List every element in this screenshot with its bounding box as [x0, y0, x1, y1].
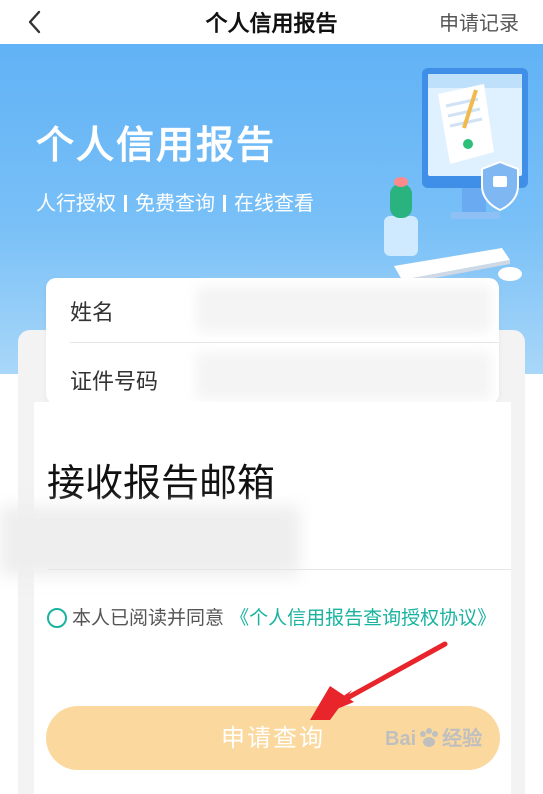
hero-features: 人行授权 免费查询 在线查看: [36, 187, 314, 216]
hero-title: 个人信用报告: [36, 123, 277, 167]
email-input[interactable]: [0, 506, 300, 576]
field-divider: [48, 569, 511, 570]
feature-free-query: 免费查询: [135, 191, 215, 215]
id-number-field[interactable]: [196, 352, 491, 400]
computer-illustration: [384, 68, 528, 284]
apply-records-link[interactable]: 申请记录: [439, 7, 519, 36]
field-divider: [70, 342, 499, 343]
email-label: 接收报告邮箱: [47, 461, 276, 505]
agreement-radio[interactable]: [47, 608, 67, 628]
baidu-jingyan-watermark: Bai 经验: [385, 728, 483, 750]
feature-authorization: 人行授权: [36, 191, 116, 215]
name-label: 姓名: [70, 301, 115, 326]
identity-form-card: 姓名 证件号码: [46, 278, 499, 404]
feature-separator: [124, 195, 127, 212]
id-number-label: 证件号码: [70, 370, 159, 395]
agreement-text: 本人已阅读并同意 《个人信用报告查询授权协议》: [72, 603, 502, 633]
name-field[interactable]: [196, 286, 491, 332]
top-nav-bar: 个人信用报告 申请记录: [0, 0, 543, 44]
feature-online-view: 在线查看: [234, 191, 314, 215]
feature-separator: [223, 195, 226, 212]
agreement-prefix: 本人已阅读并同意: [72, 607, 225, 629]
paw-logo-icon: [420, 728, 439, 747]
agreement-link[interactable]: 《个人信用报告查询授权协议》: [230, 607, 496, 629]
red-arrow-annotation: [310, 641, 448, 720]
